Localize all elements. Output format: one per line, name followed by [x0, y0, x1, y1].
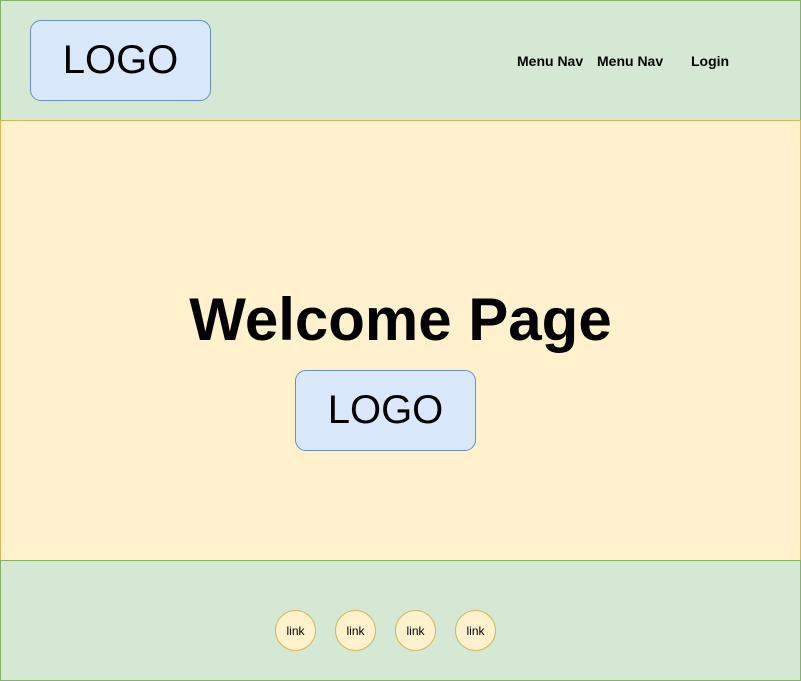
header-logo[interactable]: LOGO	[30, 20, 211, 101]
main-logo: LOGO	[295, 370, 476, 451]
footer-link-3[interactable]: link	[395, 610, 436, 651]
footer-link-1[interactable]: link	[275, 610, 316, 651]
menu-nav-link-2[interactable]: Menu Nav	[597, 52, 663, 70]
footer-link-2[interactable]: link	[335, 610, 376, 651]
login-link[interactable]: Login	[691, 52, 729, 70]
menu-nav-link-1[interactable]: Menu Nav	[517, 52, 583, 70]
page-title: Welcome Page	[189, 286, 612, 353]
footer-link-4[interactable]: link	[455, 610, 496, 651]
